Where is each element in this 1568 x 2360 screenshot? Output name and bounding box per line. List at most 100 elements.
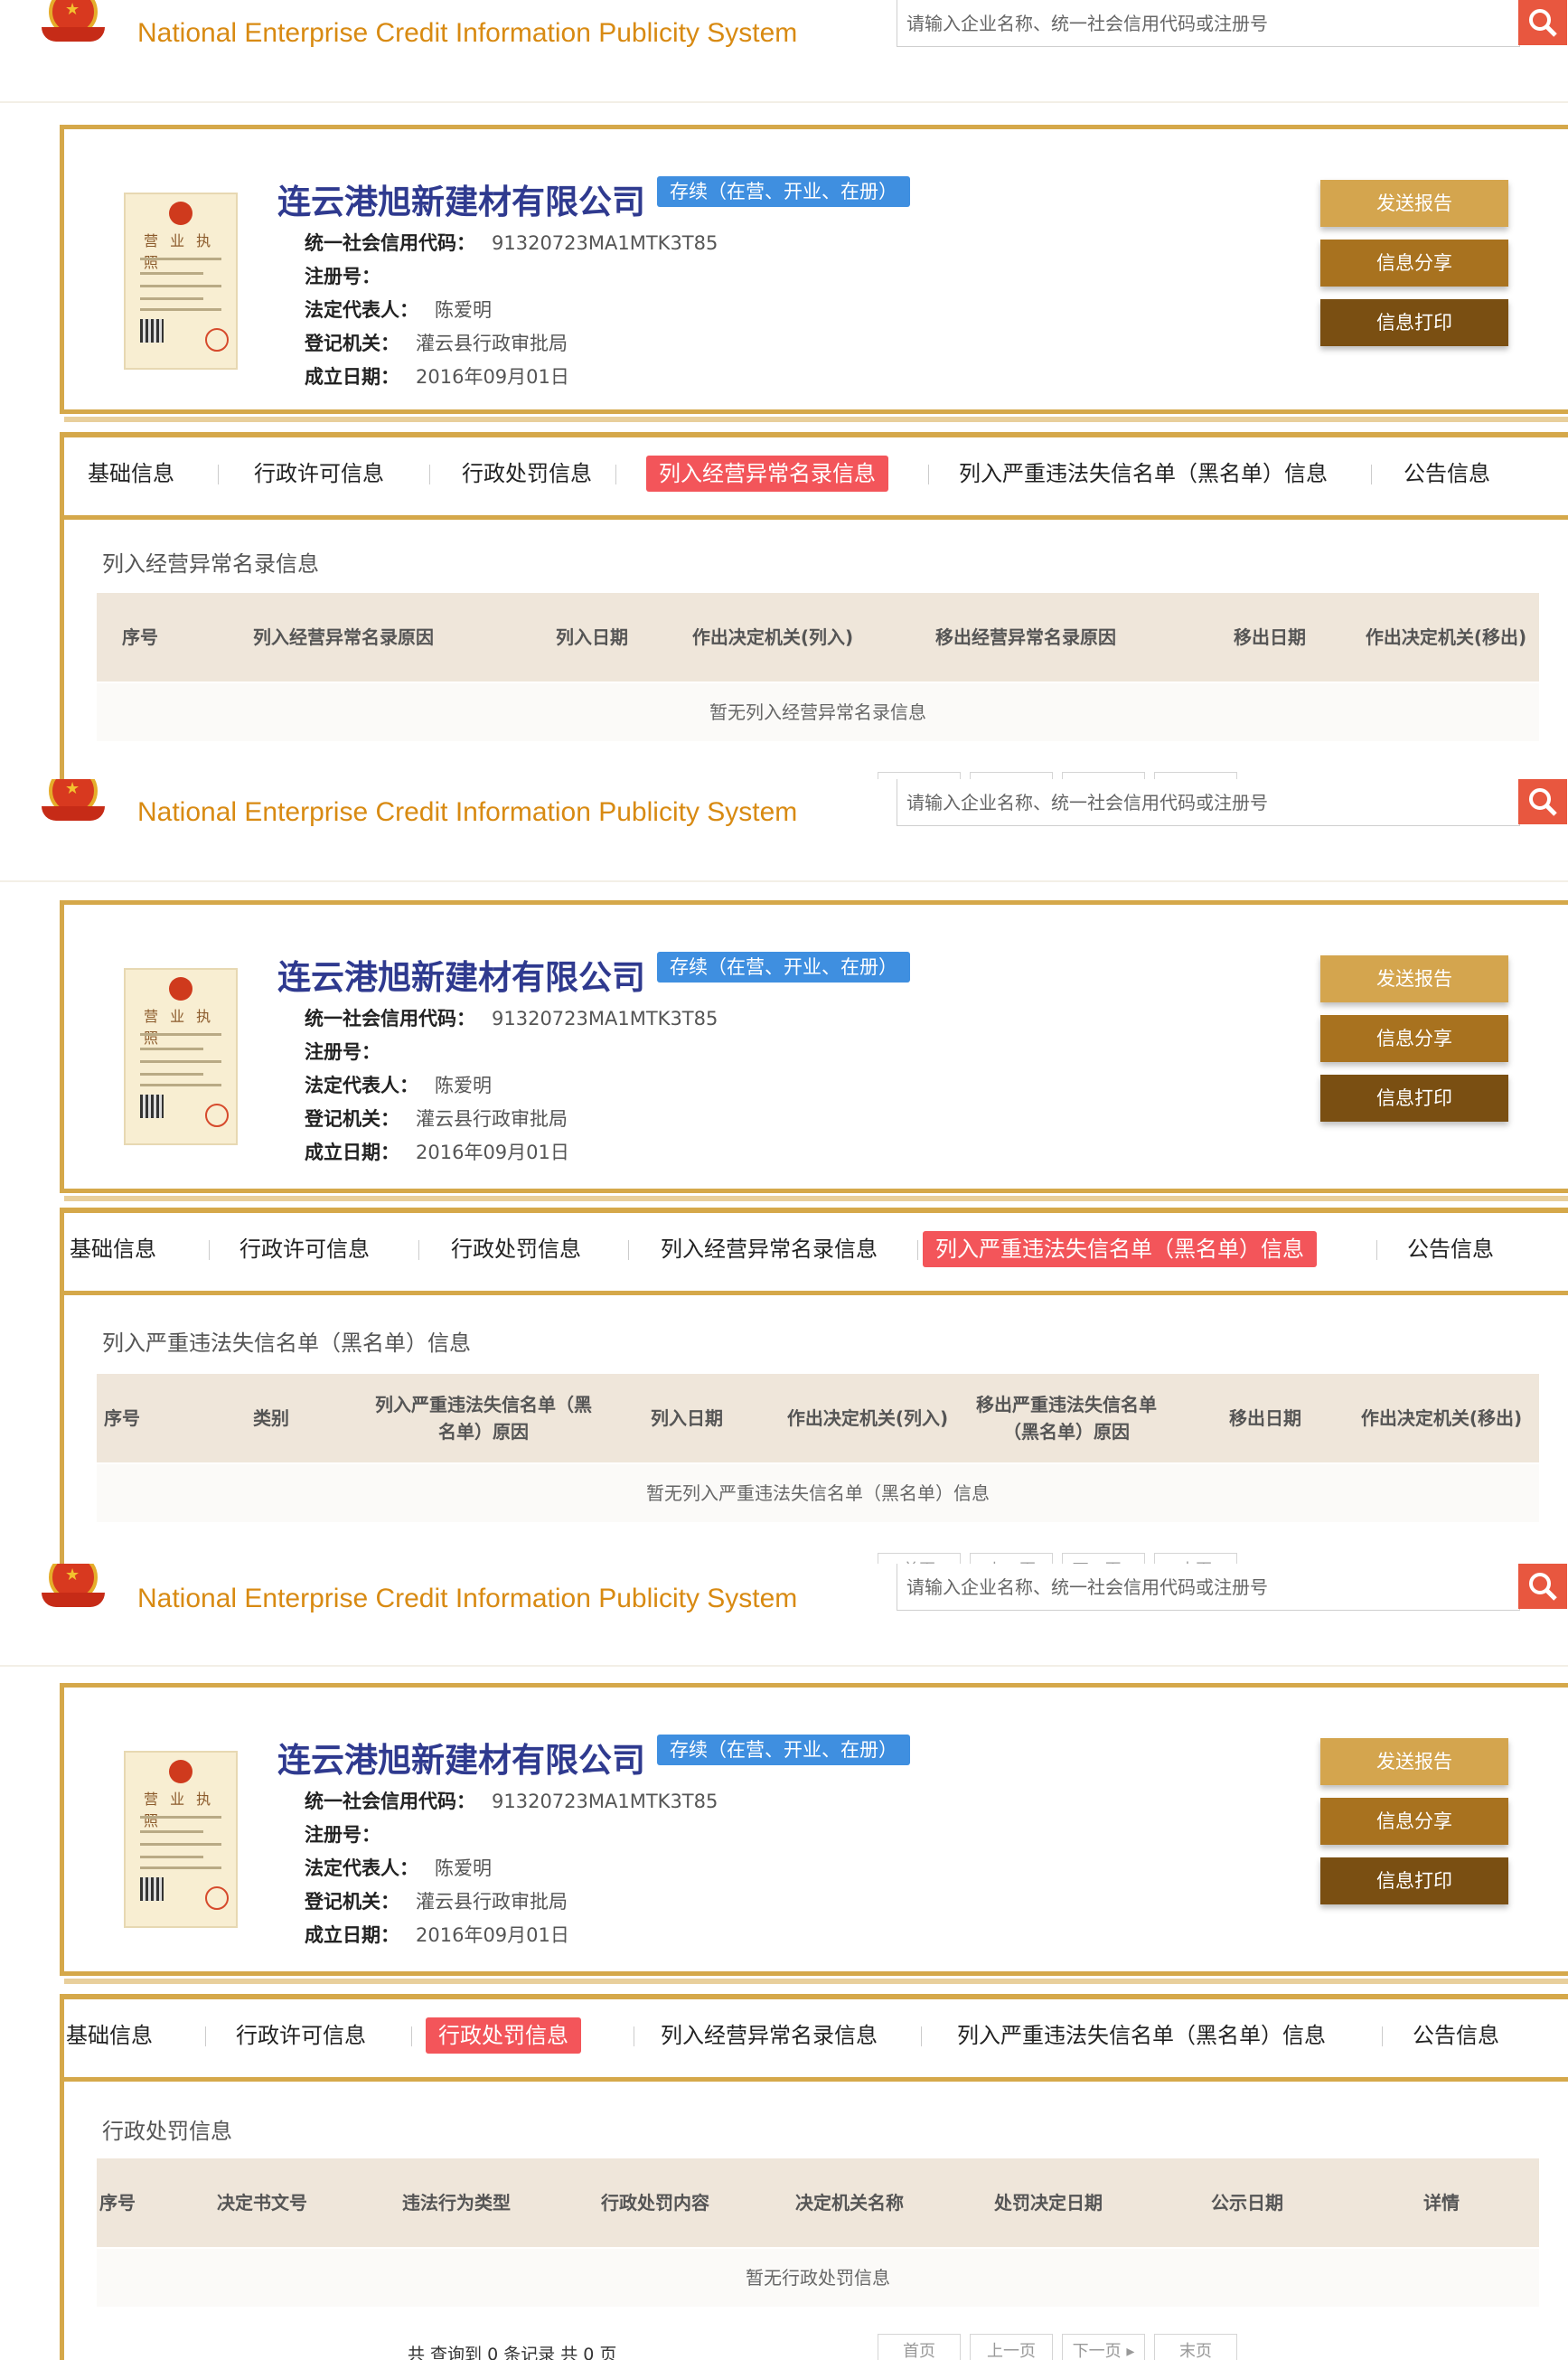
- screenshot-panel-2: ★ National Enterprise Credit Information …: [0, 779, 1568, 1564]
- legal-rep-value: 陈爱明: [435, 1075, 492, 1096]
- founded-date-value: 2016年09月01日: [416, 1142, 569, 1163]
- table-header: 序号 列入经营异常名录原因 列入日期 作出决定机关(列入) 移出经营异常名录原因 移出日期…: [97, 593, 1539, 682]
- tab-2[interactable]: 行政处罚信息: [438, 1231, 594, 1267]
- column-header: 移出日期: [1234, 626, 1306, 648]
- tab-5[interactable]: 公告信息: [1391, 456, 1503, 492]
- share-info-button[interactable]: 信息分享: [1320, 1798, 1508, 1845]
- authority-label: 登记机关：: [305, 1108, 399, 1130]
- print-info-button[interactable]: 信息打印: [1320, 1075, 1508, 1122]
- authority-row: 登记机关： 灌云县行政审批局: [305, 1887, 568, 1914]
- column-header: 序号: [99, 2192, 136, 2214]
- column-header: 作出决定机关(列入): [691, 626, 854, 648]
- tab-1[interactable]: 行政许可信息: [241, 456, 397, 492]
- pager-next-button[interactable]: 下一页 ▸: [1062, 1553, 1145, 1564]
- founded-date-row: 成立日期： 2016年09月01日: [305, 362, 569, 390]
- pager-prev-button[interactable]: 上一页: [970, 1553, 1053, 1564]
- empty-table-message: 暂无列入严重违法失信名单（黑名单）信息: [97, 1464, 1539, 1522]
- column-header: 详情: [1423, 2192, 1460, 2214]
- column-header: 作出决定机关(列入): [786, 1407, 949, 1429]
- tab-4[interactable]: 列入严重违法失信名单（黑名单）信息: [923, 1231, 1317, 1267]
- tab-2[interactable]: 行政处罚信息: [449, 456, 605, 492]
- authority-row: 登记机关： 灌云县行政审批局: [305, 1105, 568, 1132]
- pager-next-button[interactable]: 下一页 ▸: [1062, 772, 1145, 779]
- search-icon: [1529, 788, 1557, 816]
- credit-code-label: 统一社会信用代码：: [305, 232, 475, 254]
- search-button[interactable]: [1518, 0, 1567, 45]
- print-info-button[interactable]: 信息打印: [1320, 1857, 1508, 1904]
- share-info-button[interactable]: 信息分享: [1320, 1015, 1508, 1062]
- search-input[interactable]: 请输入企业名称、统一社会信用代码或注册号: [897, 779, 1520, 826]
- tab-1[interactable]: 行政许可信息: [227, 1231, 382, 1267]
- legal-rep-label: 法定代表人：: [305, 1075, 418, 1096]
- send-report-button[interactable]: 发送报告: [1320, 1738, 1508, 1785]
- founded-date-row: 成立日期： 2016年09月01日: [305, 1921, 569, 1948]
- pager-last-button[interactable]: 末页: [1154, 2334, 1237, 2360]
- legal-rep-row: 法定代表人： 陈爱明: [305, 1071, 492, 1098]
- tab-4[interactable]: 列入严重违法失信名单（黑名单）信息: [944, 2017, 1338, 2054]
- print-info-button[interactable]: 信息打印: [1320, 299, 1508, 346]
- tab-5[interactable]: 公告信息: [1400, 2017, 1512, 2054]
- authority-value: 灌云县行政审批局: [416, 333, 568, 354]
- column-header: 类别: [253, 1407, 289, 1429]
- credit-code-label: 统一社会信用代码：: [305, 1791, 475, 1812]
- pager-first-button[interactable]: 首页: [878, 1553, 961, 1564]
- founded-date-label: 成立日期：: [305, 366, 399, 388]
- tab-0[interactable]: 基础信息: [53, 2017, 165, 2054]
- legal-rep-label: 法定代表人：: [305, 299, 418, 321]
- table-header: 序号 类别 列入严重违法失信名单（黑名单）原因 列入日期 作出决定机关(列入) 移出严重违…: [97, 1374, 1539, 1462]
- authority-value: 灌云县行政审批局: [416, 1891, 568, 1913]
- system-name: National Enterprise Credit Information P…: [137, 1584, 798, 1613]
- column-header: 列入经营异常名录原因: [253, 626, 434, 648]
- pager-first-button[interactable]: 首页: [878, 2334, 961, 2360]
- pager-last-button[interactable]: 末页: [1154, 1553, 1237, 1564]
- founded-date-label: 成立日期：: [305, 1924, 399, 1946]
- tab-bar: 基础信息 行政许可信息 行政处罚信息 列入经营异常名录信息 列入严重违法失信名单（黑名单…: [64, 437, 1568, 520]
- pager-first-button[interactable]: 首页: [878, 772, 961, 779]
- national-emblem-icon: ★: [42, 1564, 105, 1611]
- credit-code-row: 统一社会信用代码： 91320723MA1MTK3T85: [305, 229, 718, 256]
- column-header: 列入严重违法失信名单（黑名单）原因: [375, 1394, 592, 1443]
- site-header: ★ National Enterprise Credit Information …: [0, 779, 1568, 882]
- business-license-image: 营 业 执 照: [124, 193, 238, 370]
- pager-prev-button[interactable]: 上一页: [970, 772, 1053, 779]
- search-button[interactable]: [1518, 779, 1567, 824]
- send-report-button[interactable]: 发送报告: [1320, 955, 1508, 1002]
- tab-3[interactable]: 列入经营异常名录信息: [648, 2017, 890, 2054]
- credit-code-value: 91320723MA1MTK3T85: [492, 232, 718, 254]
- column-header: 决定机关名称: [795, 2192, 904, 2214]
- reg-no-label: 注册号：: [305, 1041, 380, 1063]
- search-button[interactable]: [1518, 1564, 1567, 1609]
- tab-4[interactable]: 列入严重违法失信名单（黑名单）信息: [946, 456, 1340, 492]
- pager-prev-button[interactable]: 上一页: [970, 2334, 1053, 2360]
- screenshot-panel-1: ★ National Enterprise Credit Information …: [0, 0, 1568, 779]
- search-icon: [1529, 9, 1557, 37]
- tab-5[interactable]: 公告信息: [1394, 1231, 1507, 1267]
- search-input[interactable]: 请输入企业名称、统一社会信用代码或注册号: [897, 1564, 1520, 1611]
- pager-last-button[interactable]: 末页: [1154, 772, 1237, 779]
- pager-next-button[interactable]: 下一页 ▸: [1062, 2334, 1145, 2360]
- license-title: 营 业 执 照: [144, 232, 215, 271]
- company-name: 连云港旭新建材有限公司: [277, 958, 645, 997]
- share-info-button[interactable]: 信息分享: [1320, 240, 1508, 287]
- tab-bar: 基础信息 行政许可信息 行政处罚信息 列入经营异常名录信息 列入严重违法失信名单（黑名单…: [64, 1999, 1568, 2082]
- column-header: 列入日期: [556, 626, 628, 648]
- tab-2[interactable]: 行政处罚信息: [426, 2017, 581, 2054]
- send-report-button[interactable]: 发送报告: [1320, 180, 1508, 227]
- credit-code-value: 91320723MA1MTK3T85: [492, 1791, 718, 1812]
- authority-label: 登记机关：: [305, 333, 399, 354]
- column-header: 序号: [122, 626, 158, 648]
- status-badge: 存续（在营、开业、在册）: [657, 176, 910, 207]
- tab-0[interactable]: 基础信息: [75, 456, 187, 492]
- legal-rep-value: 陈爱明: [435, 1857, 492, 1879]
- tab-0[interactable]: 基础信息: [57, 1231, 169, 1267]
- search-input[interactable]: 请输入企业名称、统一社会信用代码或注册号: [897, 0, 1520, 47]
- tab-1[interactable]: 行政许可信息: [223, 2017, 379, 2054]
- authority-row: 登记机关： 灌云县行政审批局: [305, 329, 568, 356]
- company-card: 营 业 执 照 连云港旭新建材有限公司 存续（在营、开业、在册） 统一社会信用代码： 9…: [60, 900, 1568, 1201]
- column-header: 作出决定机关(移出): [1360, 1407, 1523, 1429]
- tab-3[interactable]: 列入经营异常名录信息: [648, 1231, 890, 1267]
- credit-code-row: 统一社会信用代码： 91320723MA1MTK3T85: [305, 1004, 718, 1031]
- column-header: 列入日期: [651, 1407, 723, 1429]
- reg-no-row: 注册号：: [305, 1038, 397, 1065]
- tab-3[interactable]: 列入经营异常名录信息: [646, 456, 888, 492]
